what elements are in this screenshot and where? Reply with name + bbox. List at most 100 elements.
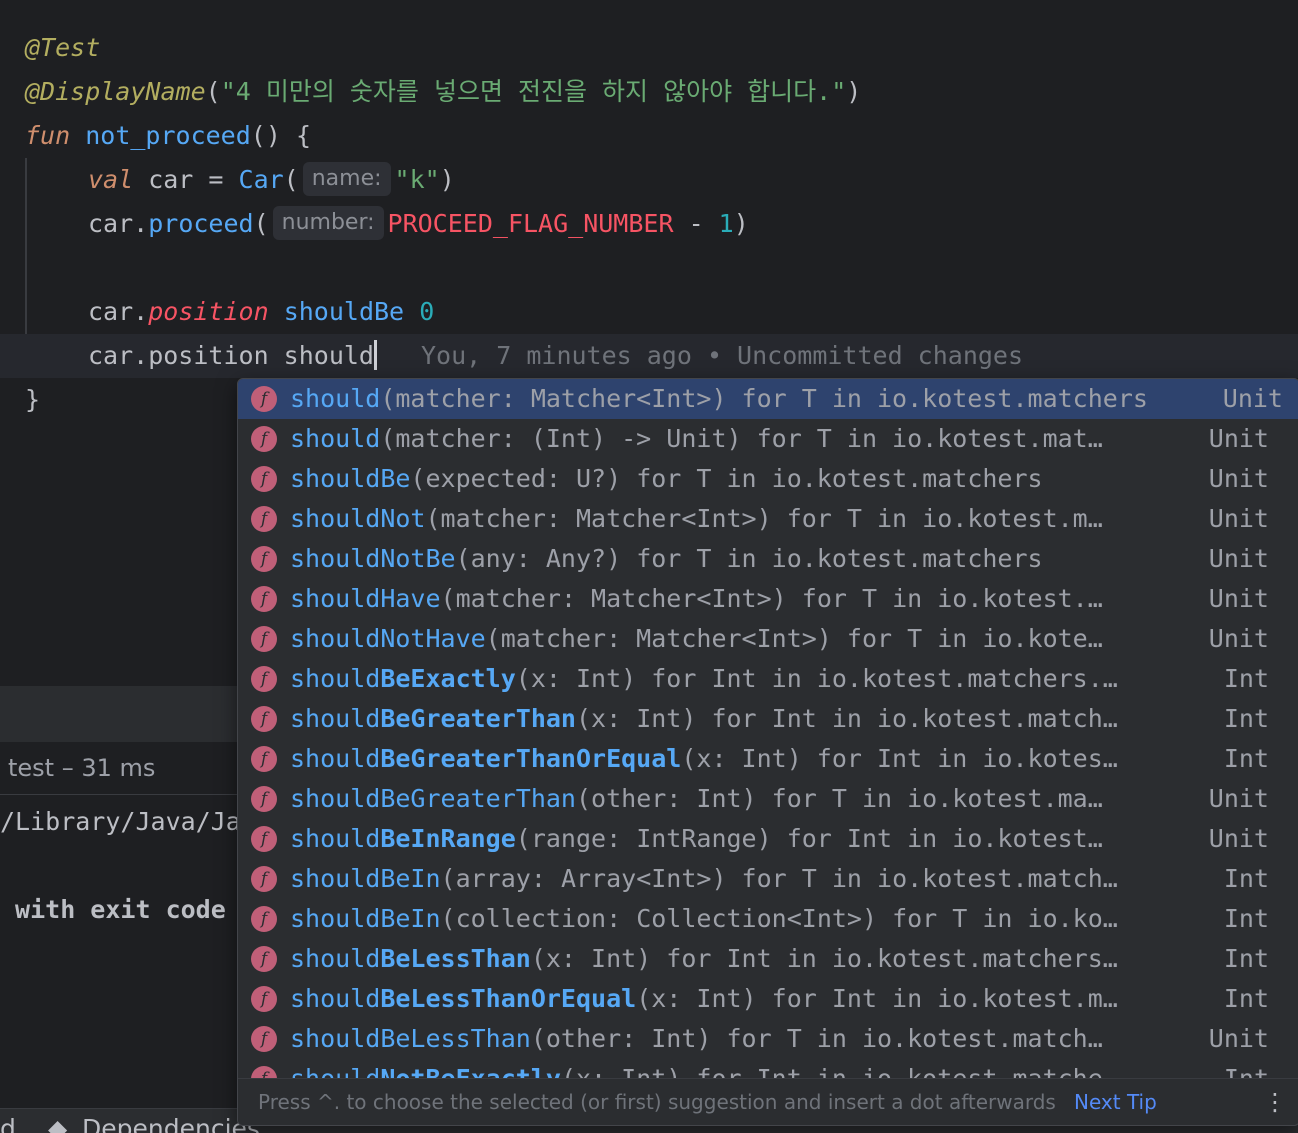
completion-item-label: shouldBeGreaterThanOrEqual(x: Int) for I… — [290, 739, 1118, 779]
function-icon: f — [251, 706, 277, 732]
code-completion-popup[interactable]: f should(matcher: Matcher<Int>) for T in … — [237, 378, 1298, 1126]
code-line-current[interactable]: car.position should You, 7 minutes ago • … — [0, 334, 1298, 378]
completion-signature: (x: Int) for Int in io.kotest.match… — [575, 704, 1118, 733]
function-icon: f — [251, 626, 277, 652]
completion-item[interactable]: f shouldBeGreaterThan(x: Int) for Int in … — [238, 699, 1298, 739]
completion-item-label: shouldBeIn(collection: Collection<Int>) … — [290, 899, 1118, 939]
completion-item-label: shouldNotHave(matcher: Matcher<Int>) for… — [290, 619, 1103, 659]
function-icon: f — [251, 586, 277, 612]
paren: ( — [283, 165, 299, 194]
completion-return-type: Int — [1223, 664, 1269, 693]
console-output-line: /Library/Java/Ja — [0, 807, 241, 836]
property-reference: position — [148, 297, 269, 326]
completion-item[interactable]: f shouldNotHave(matcher: Matcher<Int>) fo… — [238, 619, 1298, 659]
completion-name-suffix: NotBeExactly — [380, 1064, 561, 1079]
completion-item-label: shouldBeExactly(x: Int) for Int in io.ko… — [290, 659, 1118, 699]
completion-item[interactable]: f shouldBeGreaterThan(other: Int) for T i… — [238, 779, 1298, 819]
completion-item[interactable]: f shouldBeGreaterThanOrEqual(x: Int) for … — [238, 739, 1298, 779]
next-tip-link[interactable]: Next Tip — [1074, 1079, 1157, 1125]
completion-return-type: Unit — [1208, 624, 1269, 653]
completion-item-label: shouldHave(matcher: Matcher<Int>) for T … — [290, 579, 1103, 619]
completion-item[interactable]: f shouldBeLessThan(x: Int) for Int in io.… — [238, 939, 1298, 979]
completion-signature: (array: Array<Int>) for T in io.kotest.m… — [440, 864, 1118, 893]
completion-match-text: should — [290, 704, 381, 733]
function-icon: f — [251, 946, 277, 972]
keyword: val — [88, 165, 134, 194]
punctuation: () { — [250, 121, 312, 150]
code-line-display-name: @DisplayName("4 미만의 숫자를 넣으면 전진을 하지 않아야 합… — [0, 70, 1298, 114]
constant-reference: PROCEED_FLAG_NUMBER — [387, 209, 674, 238]
completion-return-type: Int — [1223, 864, 1269, 893]
completion-signature: (expected: U?) for T in io.kotest.matche… — [410, 464, 1043, 493]
completion-name-suffix: BeGreaterThanOrEqual — [380, 744, 682, 773]
paren: ) — [846, 77, 862, 106]
identifier: car — [88, 297, 134, 326]
paren: ( — [205, 77, 221, 106]
function-icon: f — [251, 826, 277, 852]
paren: ( — [253, 209, 269, 238]
completion-item[interactable]: f shouldBeInRange(range: IntRange) for In… — [238, 819, 1298, 859]
completion-hint-text: Press ^. to choose the selected (or firs… — [258, 1090, 1056, 1114]
closing-brace: } — [25, 385, 41, 414]
identifier: car — [88, 209, 134, 238]
completion-name-suffix: BeIn — [380, 904, 441, 933]
constructor-call: Car — [238, 165, 284, 194]
completion-return-type: Int — [1223, 944, 1269, 973]
completion-item[interactable]: f shouldBeExactly(x: Int) for Int in io.k… — [238, 659, 1298, 699]
completion-match-text: should — [290, 784, 381, 813]
function-icon: f — [251, 906, 277, 932]
annotation: @DisplayName — [25, 77, 206, 106]
completion-item[interactable]: f should(matcher: (Int) -> Unit) for T in… — [238, 419, 1298, 459]
completion-signature: (other: Int) for T in io.kotest.ma… — [575, 784, 1103, 813]
completion-item[interactable]: f shouldBe(expected: U?) for T in io.kote… — [238, 459, 1298, 499]
string-literal: "4 미만의 숫자를 넣으면 전진을 하지 않아야 합니다." — [220, 77, 847, 106]
function-icon: f — [251, 986, 277, 1012]
completion-signature: (any: Any?) for T in io.kotest.matchers — [455, 544, 1043, 573]
function-icon: f — [251, 666, 277, 692]
completion-item-label: should(matcher: Matcher<Int>) for T in i… — [290, 379, 1148, 419]
completion-item[interactable]: f shouldNotBe(any: Any?) for T in io.kote… — [238, 539, 1298, 579]
completion-name-suffix: NotBe — [380, 544, 456, 573]
completion-item[interactable]: f shouldNot(matcher: Matcher<Int>) for T … — [238, 499, 1298, 539]
completion-item-label: shouldBe(expected: U?) for T in io.kotes… — [290, 459, 1043, 499]
completion-item-label: shouldBeLessThanOrEqual(x: Int) for Int … — [290, 979, 1118, 1019]
completion-signature: (other: Int) for T in io.kotest.match… — [530, 1024, 1103, 1053]
more-options-icon[interactable]: ⋮ — [1263, 1079, 1287, 1125]
completion-item[interactable]: f shouldBeIn(array: Array<Int>) for T in … — [238, 859, 1298, 899]
completion-item-label: shouldBeIn(array: Array<Int>) for T in i… — [290, 859, 1118, 899]
completion-item[interactable]: f shouldHave(matcher: Matcher<Int>) for T… — [238, 579, 1298, 619]
git-blame-annotation[interactable]: You, 7 minutes ago • Uncommitted changes — [421, 341, 1023, 370]
completion-signature: (x: Int) for Int in io.kotest.matche… — [560, 1064, 1118, 1079]
completion-item-label: shouldNot(matcher: Matcher<Int>) for T i… — [290, 499, 1103, 539]
completion-match-text: should — [290, 664, 381, 693]
completion-item[interactable]: f should(matcher: Matcher<Int>) for T in … — [238, 379, 1298, 419]
completion-item[interactable]: f shouldBeLessThan(other: Int) for T in i… — [238, 1019, 1298, 1059]
run-result-title[interactable]: test – 31 ms — [8, 746, 155, 790]
completion-signature: (range: IntRange) for Int in io.kotest… — [515, 824, 1103, 853]
completion-name-suffix: Have — [380, 584, 441, 613]
completion-name-suffix: Not — [380, 504, 426, 533]
paren: ) — [439, 165, 455, 194]
typed-text: car.position should — [88, 341, 374, 370]
completion-return-type: Unit — [1208, 824, 1269, 853]
completion-match-text: should — [290, 864, 381, 893]
completion-match-text: should — [290, 504, 381, 533]
completion-signature: (matcher: (Int) -> Unit) for T in io.kot… — [380, 424, 1103, 453]
completion-item-label: should(matcher: (Int) -> Unit) for T in … — [290, 419, 1103, 459]
number-literal: 1 — [718, 209, 734, 238]
completion-name-suffix: Be — [380, 464, 411, 493]
code-line-proceed: car.proceed(number: PROCEED_FLAG_NUMBER -… — [0, 202, 1298, 246]
completion-return-type: Int — [1223, 704, 1269, 733]
completion-item[interactable]: f shouldBeLessThanOrEqual(x: Int) for Int… — [238, 979, 1298, 1019]
completion-signature: (matcher: Matcher<Int>) for T in io.kote… — [440, 584, 1103, 613]
completion-name-suffix: BeGreaterThan — [380, 704, 576, 733]
completion-signature: (x: Int) for Int in io.kotest.m… — [636, 984, 1118, 1013]
completion-return-type: Int — [1223, 904, 1269, 933]
function-icon: f — [251, 506, 277, 532]
completion-list[interactable]: f should(matcher: Matcher<Int>) for T in … — [238, 379, 1298, 1079]
completion-match-text: should — [290, 1064, 381, 1079]
completion-return-type: Unit — [1208, 424, 1269, 453]
completion-item[interactable]: f shouldBeIn(collection: Collection<Int>)… — [238, 899, 1298, 939]
completion-item[interactable]: f shouldNotBeExactly(x: Int) for Int in i… — [238, 1059, 1298, 1079]
completion-item-label: shouldBeGreaterThan(x: Int) for Int in i… — [290, 699, 1118, 739]
